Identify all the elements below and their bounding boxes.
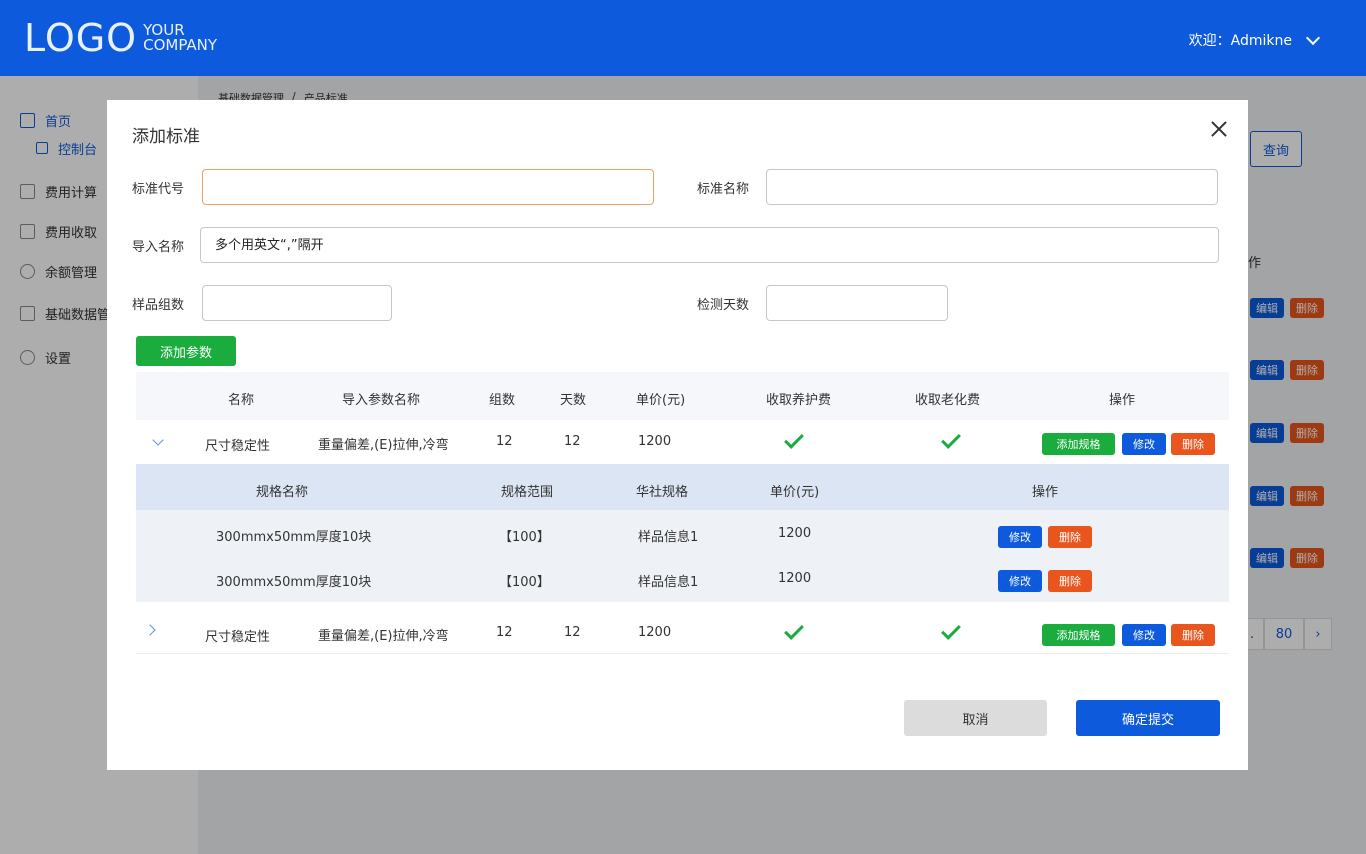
- import-input[interactable]: [200, 227, 1219, 263]
- header-name: 名称: [228, 393, 255, 408]
- spec-row: 300mmx50mm厚度10块 【100】 样品信息1 1200 修改 删除: [136, 510, 1229, 556]
- top-header: LOGO YOUR COMPANY 欢迎：Admikne: [0, 0, 1366, 76]
- sub-header-spec: 华社规格: [636, 485, 689, 500]
- edit-button[interactable]: 修改: [998, 570, 1042, 592]
- add-standard-modal: 添加标准 标准代号 标准名称 导入名称 样品组数 检测天数 添加参数 名称 导入…: [107, 100, 1248, 770]
- add-param-button[interactable]: 添加参数: [136, 336, 236, 366]
- sub-header-actions: 操作: [1032, 485, 1059, 500]
- header-days: 天数: [560, 393, 587, 408]
- name-label: 标准名称: [697, 182, 750, 197]
- spec-name: 300mmx50mm厚度10块: [216, 575, 372, 590]
- user-menu[interactable]: 欢迎：Admikne: [1188, 30, 1321, 50]
- table-header: 名称 导入参数名称 组数 天数 单价(元) 收取养护费 收取老化费 操作: [136, 372, 1229, 420]
- delete-button[interactable]: 删除: [1171, 433, 1215, 455]
- samples-input[interactable]: [202, 285, 392, 321]
- header-aging-fee: 收取老化费: [915, 393, 981, 408]
- company-logo: LOGO YOUR COMPANY: [24, 18, 217, 58]
- delete-button[interactable]: 删除: [1048, 526, 1092, 548]
- row-price: 1200: [638, 434, 672, 449]
- cancel-button[interactable]: 取消: [904, 700, 1047, 736]
- sub-header-range: 规格范围: [501, 485, 554, 500]
- row-days: 12: [564, 625, 581, 640]
- code-input[interactable]: [202, 169, 654, 205]
- close-icon[interactable]: [1210, 120, 1228, 138]
- spec-row: 300mmx50mm厚度10块 【100】 样品信息1 1200 修改 删除: [136, 556, 1229, 602]
- submit-button[interactable]: 确定提交: [1076, 700, 1220, 736]
- check-icon: [941, 620, 961, 640]
- sub-header-spec-name: 规格名称: [256, 485, 309, 500]
- row-name: 尺寸稳定性: [205, 630, 271, 645]
- spec-price: 1200: [778, 526, 812, 541]
- edit-button[interactable]: 修改: [998, 526, 1042, 548]
- spec-value: 样品信息1: [638, 530, 699, 545]
- check-icon: [784, 620, 804, 640]
- collapse-icon[interactable]: [152, 434, 164, 446]
- edit-button[interactable]: 修改: [1122, 624, 1166, 646]
- days-input[interactable]: [766, 285, 948, 321]
- spec-value: 样品信息1: [638, 575, 699, 590]
- check-icon: [941, 429, 961, 449]
- expand-icon[interactable]: [144, 624, 156, 636]
- row-groups: 12: [496, 434, 513, 449]
- delete-button[interactable]: 删除: [1171, 624, 1215, 646]
- row-groups: 12: [496, 625, 513, 640]
- chevron-down-icon: [1305, 30, 1321, 45]
- add-spec-button[interactable]: 添加规格: [1042, 624, 1115, 646]
- row-import-name: 重量偏差,(E)拉伸,冷弯: [318, 438, 449, 453]
- delete-button[interactable]: 删除: [1048, 570, 1092, 592]
- name-input[interactable]: [766, 169, 1218, 205]
- spec-table-header: 规格名称 规格范围 华社规格 单价(元) 操作: [136, 464, 1229, 510]
- code-label: 标准代号: [132, 182, 185, 197]
- header-price: 单价(元): [636, 393, 686, 408]
- spec-price: 1200: [778, 571, 812, 586]
- header-maintenance-fee: 收取养护费: [766, 393, 832, 408]
- edit-button[interactable]: 修改: [1122, 433, 1166, 455]
- sub-header-price: 单价(元): [770, 485, 820, 500]
- header-actions: 操作: [1109, 393, 1136, 408]
- spec-name: 300mmx50mm厚度10块: [216, 530, 372, 545]
- spec-table-body: 300mmx50mm厚度10块 【100】 样品信息1 1200 修改 删除 3…: [136, 510, 1229, 602]
- logo-text: LOGO: [24, 16, 138, 60]
- spec-range: 【100】: [499, 530, 550, 545]
- samples-label: 样品组数: [132, 298, 185, 313]
- header-import-name: 导入参数名称: [342, 393, 421, 408]
- header-groups: 组数: [489, 393, 516, 408]
- table-row: 尺寸稳定性 重量偏差,(E)拉伸,冷弯 12 12 1200 添加规格 修改 删…: [136, 420, 1229, 464]
- spec-range: 【100】: [499, 575, 550, 590]
- row-price: 1200: [638, 625, 672, 640]
- welcome-text: 欢迎：Admikne: [1188, 33, 1292, 49]
- table-row: 尺寸稳定性 重量偏差,(E)拉伸,冷弯 12 12 1200 添加规格 修改 删…: [136, 610, 1229, 654]
- row-name: 尺寸稳定性: [205, 439, 271, 454]
- check-icon: [784, 429, 804, 449]
- add-spec-button[interactable]: 添加规格: [1042, 433, 1115, 455]
- import-label: 导入名称: [132, 240, 185, 255]
- logo-sub-line2: COMPANY: [143, 36, 218, 54]
- modal-title: 添加标准: [132, 127, 200, 147]
- row-days: 12: [564, 434, 581, 449]
- row-import-name: 重量偏差,(E)拉伸,冷弯: [318, 629, 449, 644]
- days-label: 检测天数: [697, 298, 750, 313]
- logo-subtext: YOUR COMPANY: [143, 23, 217, 53]
